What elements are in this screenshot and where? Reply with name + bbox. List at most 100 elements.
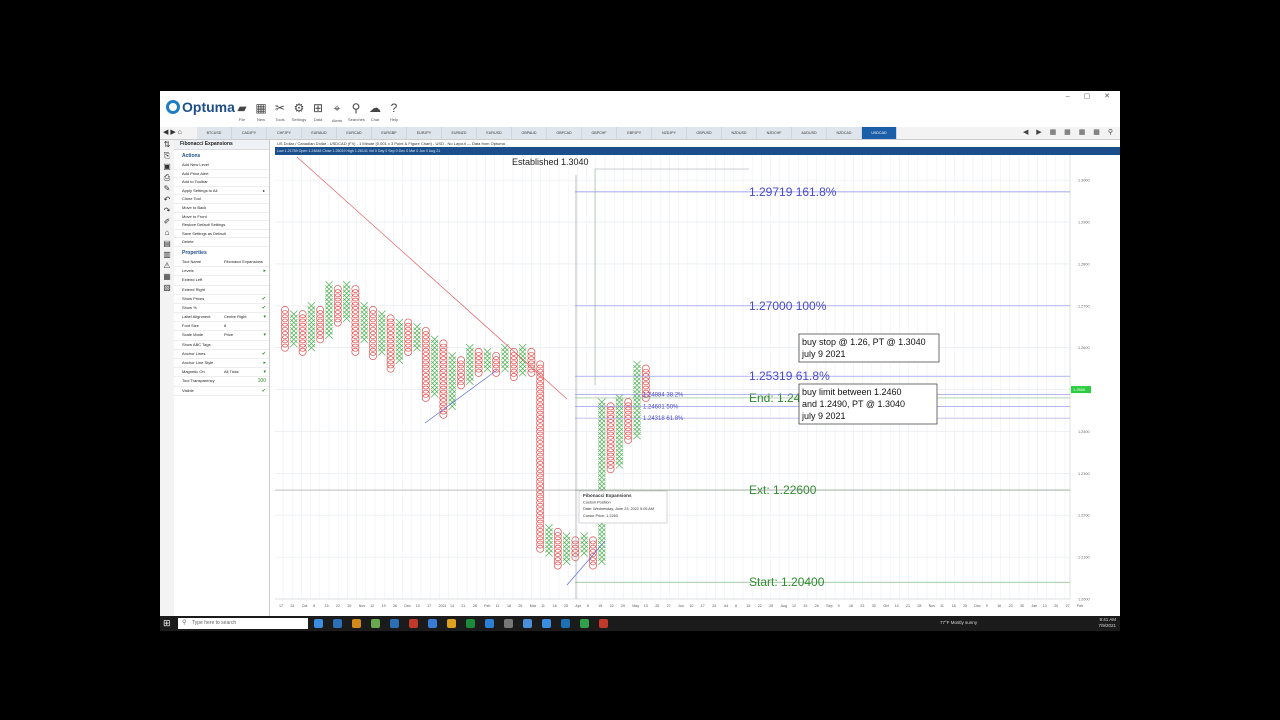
property-row[interactable]: Levels ▸ [174,267,269,277]
window-controls[interactable]: – ▢ ✕ [1066,92,1116,100]
trade-note-buy-limit[interactable]: buy limit between 1.2460 and 1.2490, PT @… [798,383,938,425]
property-control[interactable]: ▾ [263,331,266,339]
search-button[interactable]: ⚲ Searches [348,101,365,122]
tools-button[interactable]: ✂ Tools [272,101,288,122]
property-value[interactable]: All Ticks [224,368,239,376]
left-tool-icon[interactable]: ⌂ [160,228,174,239]
property-row[interactable]: Magnetic On All Ticks ▾ [174,368,269,378]
property-row[interactable]: Tool Name Fibonacci Expansions [174,258,269,268]
checkbox-checked-icon[interactable]: ✔ [262,295,266,303]
system-clock[interactable]: 9:41 AM 7/9/2021 [1098,617,1116,629]
action-item[interactable]: Save Settings as Default [174,230,269,239]
taskbar-app-icon[interactable] [523,619,532,628]
left-tool-icon[interactable]: ▧ [160,283,174,294]
left-tool-icon[interactable]: ⎙ [160,173,174,184]
chat-button[interactable]: ☁ Chat [367,101,383,122]
property-value[interactable]: Price [224,331,233,339]
tab-nzdjpy[interactable]: NZDJPY [652,127,687,139]
action-item[interactable]: Delete [174,238,269,247]
taskbar-app-icon[interactable] [352,619,361,628]
taskbar-app-icon[interactable] [314,619,323,628]
trade-note-buy-stop[interactable]: buy stop @ 1.26, PT @ 1.3040 july 9 2021 [798,333,940,363]
action-item[interactable]: Apply Settings to All ▸ [174,187,269,196]
property-row[interactable]: Label Alignment Centre Right ▾ [174,313,269,323]
tab-nzdcad[interactable]: NZDCAD [827,127,862,139]
tab-nav-buttons[interactable]: ◀ ▶ ⌂ [160,127,197,139]
tab-eurgbp[interactable]: EURGBP [372,127,407,139]
left-tool-icon[interactable]: ↷ [160,206,174,217]
left-tool-icon[interactable]: ↶ [160,195,174,206]
tab-usdcad[interactable]: USDCAD [862,127,897,139]
tab-gbpchf[interactable]: GBPCHF [582,127,617,139]
tab-eurnzd[interactable]: EURNZD [442,127,477,139]
taskbar-app-icon[interactable] [428,619,437,628]
action-item[interactable]: Restore Default Settings [174,221,269,230]
tab-strip-controls[interactable]: ◀ ▶ ▦ ▦ ▦ ▦ ⚲ [1023,127,1120,139]
property-row[interactable]: Show ABC Tags [174,341,269,350]
property-control[interactable]: ▸ [263,267,266,275]
tab-eurcad[interactable]: EURCAD [337,127,372,139]
windows-start-icon[interactable]: ⊞ [163,618,171,629]
folder-button[interactable]: ▰ File [234,101,250,122]
tab-nzdusd[interactable]: NZDUSD [722,127,757,139]
taskbar-app-icon[interactable] [504,619,513,628]
property-value[interactable]: Centre Right [224,313,246,321]
tab-gbpcad[interactable]: GBPCAD [547,127,582,139]
action-item[interactable]: Add Price Alert [174,170,269,179]
taskbar-app-icon[interactable] [485,619,494,628]
tab-gbpaud[interactable]: GBPAUD [512,127,547,139]
left-tool-icon[interactable]: ✎ [160,184,174,195]
left-tool-icon[interactable]: ⚠ [160,261,174,272]
left-tool-icon[interactable]: ▣ [160,162,174,173]
checkbox-checked-icon[interactable]: ✔ [262,387,266,395]
help-button[interactable]: ? Help [386,101,402,122]
tab-chfjpy[interactable]: CHFJPY [267,127,302,139]
alerts-button[interactable]: ⌖ Alerts [329,101,345,123]
left-tool-icon[interactable]: ✐ [160,217,174,228]
action-item[interactable]: Move to Front [174,213,269,222]
property-row[interactable]: Anchor Lines ✔ [174,350,269,359]
property-row[interactable]: Extend Right [174,286,269,295]
tab-btcusd[interactable]: BTCUSD [197,127,232,139]
action-item[interactable]: Move to Back [174,204,269,213]
property-row[interactable]: Anchor Line Style ▸ [174,359,269,369]
property-row[interactable]: Show % ✔ [174,304,269,314]
action-item[interactable]: Add to Toolbar [174,178,269,187]
taskbar-app-icon[interactable] [466,619,475,628]
action-item[interactable]: Add New Level [174,161,269,170]
property-control[interactable]: ▾ [263,313,266,321]
action-item[interactable]: Clone Tool [174,195,269,204]
property-value[interactable]: 8 [224,322,226,330]
taskbar-app-icon[interactable] [580,619,589,628]
taskbar-app-icon[interactable] [542,619,551,628]
taskbar-search-input[interactable]: ⚲ Type here to search [178,618,308,629]
left-tool-icon[interactable]: ⇅ [160,140,174,151]
weather-widget[interactable]: 77°F Mostly sunny [940,620,977,625]
property-control[interactable]: 100 [258,377,266,385]
tab-gbpjpy[interactable]: GBPJPY [617,127,652,139]
taskbar-app-icon[interactable] [390,619,399,628]
tab-euraud[interactable]: EURAUD [302,127,337,139]
property-row[interactable]: Extend Left [174,276,269,286]
checkbox-checked-icon[interactable]: ✔ [262,304,266,312]
property-row[interactable]: Show Prices ✔ [174,295,269,304]
left-tool-icon[interactable]: ⎘ [160,151,174,162]
taskbar-app-icon[interactable] [371,619,380,628]
left-tool-icon[interactable]: ▤ [160,239,174,250]
taskbar-app-icon[interactable] [561,619,570,628]
property-row[interactable]: Font Size 8 [174,322,269,332]
checkbox-checked-icon[interactable]: ✔ [262,350,266,358]
left-tool-icon[interactable]: ▥ [160,250,174,261]
tab-nzdchf[interactable]: NZDCHF [757,127,792,139]
new-chart-button[interactable]: ▦ New [253,101,269,122]
tab-gbpusd[interactable]: GBPUSD [687,127,722,139]
tab-audusd[interactable]: AUDUSD [792,127,827,139]
settings-button[interactable]: ⚙ Settings [291,101,307,122]
property-row[interactable]: Scale Mode Price ▾ [174,331,269,341]
taskbar-app-icon[interactable] [409,619,418,628]
property-control[interactable]: ▾ [263,368,266,376]
property-row[interactable]: Tool Transparency 100 [174,377,269,387]
taskbar-app-icon[interactable] [599,619,608,628]
taskbar-app-icon[interactable] [333,619,342,628]
pnf-chart[interactable]: 1.3000 1.2900 1.2800 1.2700 1.2600 1.2500 1.24… [275,155,1120,616]
